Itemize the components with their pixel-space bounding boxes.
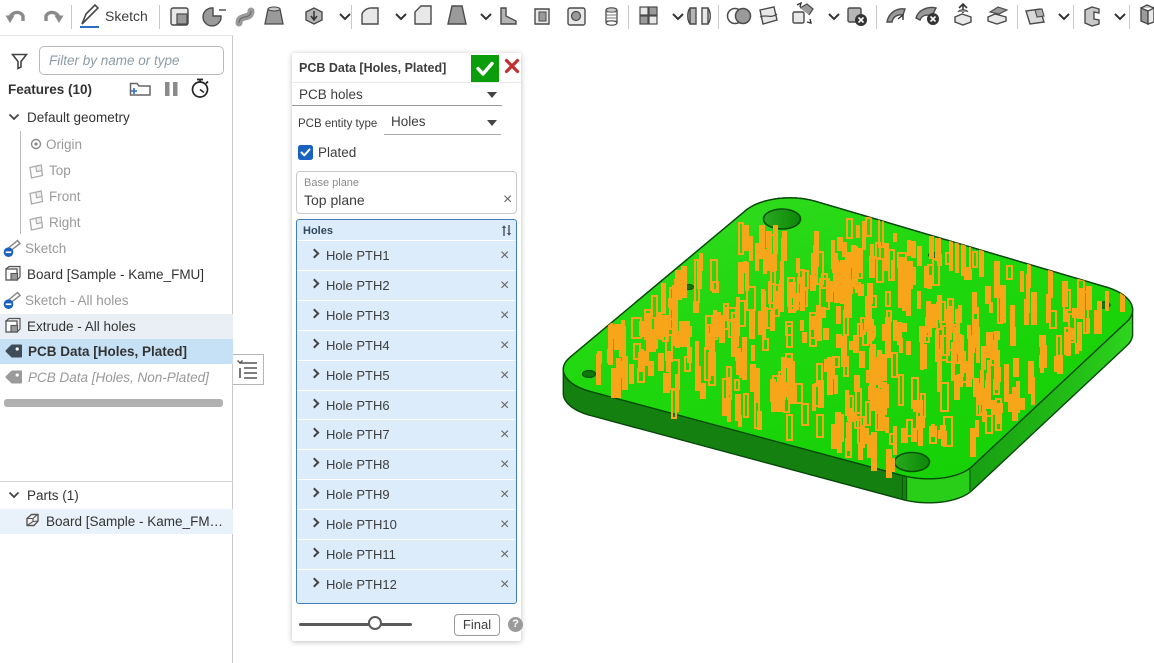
svg-text:Sketch: Sketch (105, 8, 148, 24)
